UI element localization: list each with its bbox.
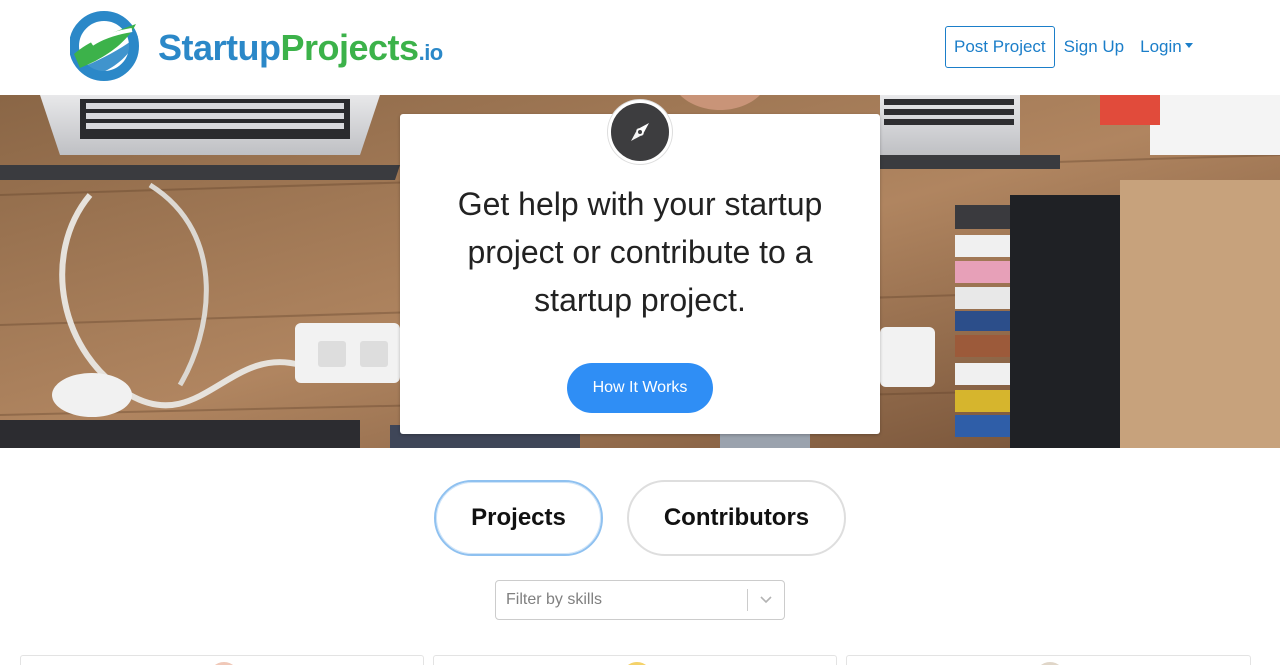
skills-filter-select[interactable]: Filter by skills [495, 580, 785, 620]
login-label: Login [1140, 37, 1182, 56]
brand-logo-link[interactable]: StartupProjects.io [70, 10, 443, 82]
project-card[interactable] [846, 655, 1251, 665]
top-navbar: StartupProjects.io Post Project Sign Up … [0, 0, 1280, 95]
post-project-button[interactable]: Post Project [945, 26, 1055, 68]
caret-down-icon [1184, 43, 1193, 48]
project-card[interactable] [20, 655, 424, 665]
compass-icon [608, 100, 672, 164]
brand-part-projects: Projects [280, 27, 420, 68]
login-dropdown[interactable]: Login [1140, 27, 1193, 67]
hero-headline: Get help with your startup project or co… [457, 186, 823, 318]
compass-needle-icon [631, 123, 649, 141]
logo-icon [70, 11, 139, 81]
nav-links: Post Project Sign Up Login [945, 26, 1193, 68]
brand-part-startup: Startup [158, 27, 281, 68]
chevron-down-icon[interactable] [754, 589, 778, 611]
project-card[interactable] [433, 655, 837, 665]
hero-card: Get help with your startup project or co… [400, 100, 880, 434]
brand-wordmark: StartupProjects.io [158, 30, 443, 66]
tab-projects[interactable]: Projects [434, 480, 603, 556]
brand-part-tld: .io [418, 40, 444, 65]
tab-contributors[interactable]: Contributors [627, 480, 846, 556]
how-it-works-button[interactable]: How It Works [567, 363, 713, 413]
sign-up-link[interactable]: Sign Up [1064, 27, 1124, 67]
select-separator [747, 589, 748, 611]
skills-filter-placeholder: Filter by skills [506, 591, 603, 608]
